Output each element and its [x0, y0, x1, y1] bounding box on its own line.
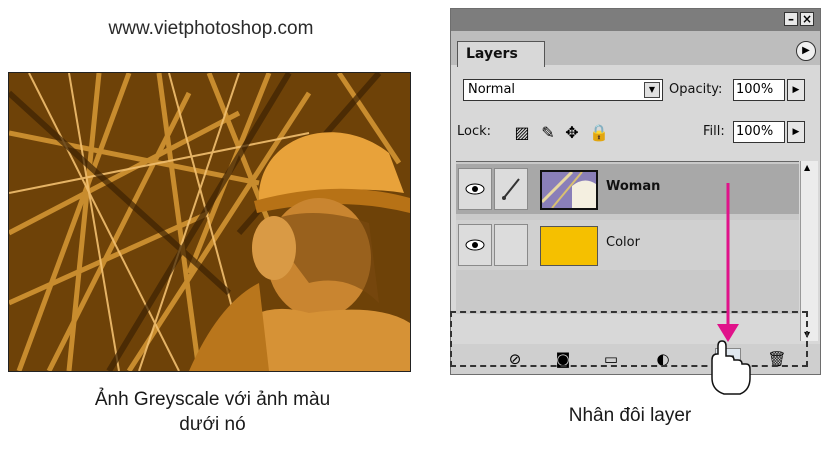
- annotation-overlay: [711, 183, 751, 395]
- hand-cursor-icon: [711, 340, 751, 395]
- caption-right: Nhân đôi layer: [568, 405, 692, 426]
- drag-arrow-head: [717, 324, 739, 342]
